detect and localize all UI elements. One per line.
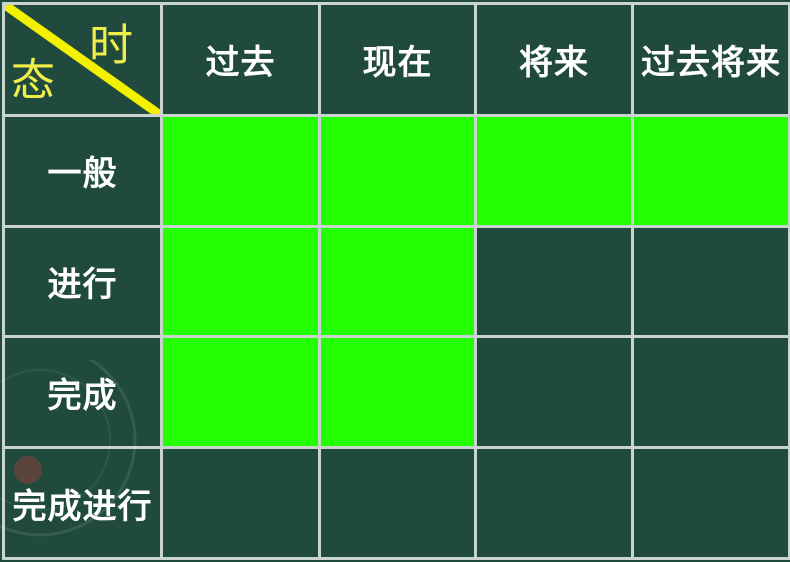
column-header-future: 将来 xyxy=(474,2,634,117)
table-row: 进行 xyxy=(2,224,790,339)
table-row: 完成 xyxy=(2,335,790,450)
row-header-perfect-progressive: 完成进行 xyxy=(2,446,163,560)
grid-cell-highlighted xyxy=(474,113,634,228)
grid-cell-highlighted xyxy=(160,224,321,339)
grid-cell xyxy=(631,335,790,450)
row-header-progressive: 进行 xyxy=(2,224,163,339)
column-header-past-future: 过去将来 xyxy=(631,2,790,117)
grid-cell-highlighted xyxy=(631,113,790,228)
header-row: 时 态 过去 现在 将来 过去将来 xyxy=(2,2,790,117)
grid-cell xyxy=(474,335,634,450)
grid-cell xyxy=(160,446,321,560)
grid-cell xyxy=(318,446,477,560)
grid-cell-highlighted xyxy=(160,335,321,450)
grid-cell xyxy=(474,224,634,339)
table-row: 完成进行 xyxy=(2,446,790,560)
grid-cell xyxy=(631,224,790,339)
corner-label-aspect: 态 xyxy=(11,54,56,106)
column-header-present: 现在 xyxy=(318,2,477,117)
chalkboard-table: 时 态 过去 现在 将来 过去将来 一般 进行 完成 完成进行 xyxy=(0,0,790,562)
grid-cell xyxy=(631,446,790,560)
grid-cell-highlighted xyxy=(318,224,477,339)
table-row: 一般 xyxy=(2,113,790,228)
tense-aspect-table: 时 态 过去 现在 将来 过去将来 一般 进行 完成 完成进行 xyxy=(2,2,790,560)
grid-cell-highlighted xyxy=(318,335,477,450)
column-header-past: 过去 xyxy=(160,2,321,117)
corner-label-tense: 时 xyxy=(89,20,134,71)
row-header-simple: 一般 xyxy=(2,113,163,228)
grid-cell-highlighted xyxy=(160,113,321,228)
row-header-perfect: 完成 xyxy=(2,335,163,450)
grid-cell-highlighted xyxy=(318,113,477,228)
grid-cell xyxy=(474,446,634,560)
corner-cell: 时 态 xyxy=(2,2,163,117)
